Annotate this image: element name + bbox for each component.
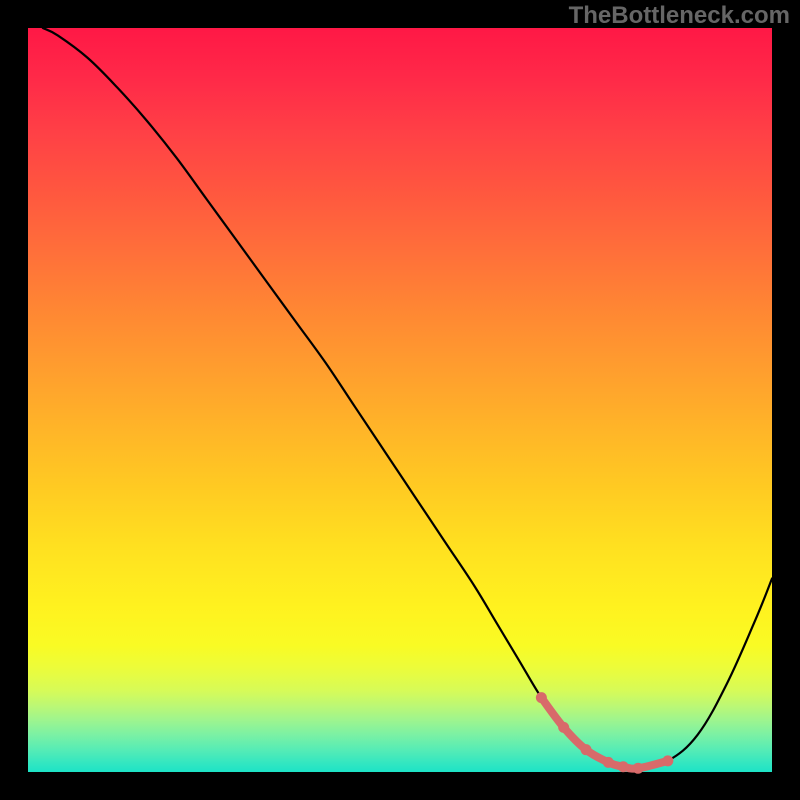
optimal-point xyxy=(603,757,614,768)
optimal-point xyxy=(581,744,592,755)
watermark-text: TheBottleneck.com xyxy=(569,2,790,30)
optimal-region-line xyxy=(541,698,667,769)
plot-area xyxy=(28,28,772,772)
chart-svg xyxy=(28,28,772,772)
optimal-point xyxy=(618,761,629,772)
optimal-point xyxy=(558,722,569,733)
chart-frame: TheBottleneck.com xyxy=(0,0,800,800)
optimal-point xyxy=(633,763,644,774)
optimal-point xyxy=(662,755,673,766)
bottleneck-curve xyxy=(43,28,772,769)
optimal-point xyxy=(536,692,547,703)
